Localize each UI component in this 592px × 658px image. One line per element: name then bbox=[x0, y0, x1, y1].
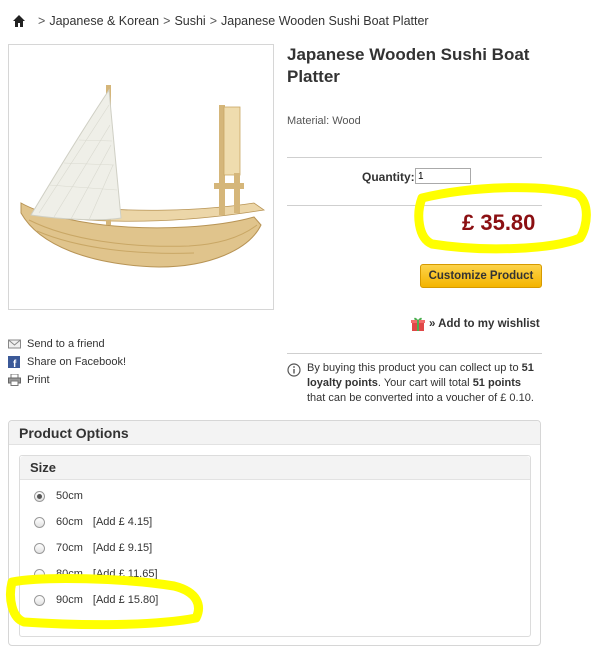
size-group-title: Size bbox=[20, 456, 530, 480]
loyalty-total-points: 51 points bbox=[472, 377, 521, 389]
breadcrumb-separator: > bbox=[163, 14, 171, 28]
facebook-icon: f bbox=[8, 356, 20, 368]
size-option-70cm[interactable]: 70cm [Add £ 9.15] bbox=[34, 540, 152, 556]
size-option-surcharge: [Add £ 11.65] bbox=[92, 568, 158, 580]
loyalty-text: By buying this product you can collect u… bbox=[307, 361, 542, 406]
product-options-panel: Product Options Size 50cm 60cm [Add £ 4.… bbox=[8, 420, 541, 646]
size-option-50cm[interactable]: 50cm bbox=[34, 488, 83, 504]
size-option-surcharge: [Add £ 15.80] bbox=[92, 594, 159, 606]
size-option-group: Size 50cm 60cm [Add £ 4.15] 70cm [Add £ … bbox=[19, 455, 531, 637]
breadcrumb-link-japanese-korean[interactable]: Japanese & Korean bbox=[49, 14, 159, 28]
send-to-friend-link[interactable]: Send to a friend bbox=[8, 335, 126, 353]
product-options-title: Product Options bbox=[9, 421, 540, 445]
loyalty-text-part: that can be converted into a voucher of … bbox=[307, 392, 534, 404]
radio-button[interactable] bbox=[34, 516, 45, 528]
size-option-surcharge: [Add £ 4.15] bbox=[92, 516, 153, 528]
divider bbox=[287, 205, 542, 206]
radio-button[interactable] bbox=[34, 490, 45, 502]
breadcrumb-separator: > bbox=[209, 14, 218, 28]
breadcrumb-link-sushi[interactable]: Sushi bbox=[174, 14, 205, 28]
size-option-surcharge: [Add £ 9.15] bbox=[92, 542, 153, 554]
sushi-boat-image bbox=[20, 85, 266, 268]
wishlist-label: » Add to my wishlist bbox=[429, 318, 540, 330]
size-option-label: 60cm bbox=[56, 516, 83, 528]
breadcrumb-separator: > bbox=[38, 14, 46, 28]
add-to-wishlist-link[interactable]: » Add to my wishlist bbox=[410, 316, 540, 332]
print-label: Print bbox=[27, 374, 50, 386]
size-option-label: 50cm bbox=[56, 490, 83, 502]
size-option-label: 70cm bbox=[56, 542, 83, 554]
product-material: Material: Wood bbox=[287, 115, 361, 127]
send-to-friend-label: Send to a friend bbox=[27, 338, 105, 350]
envelope-icon bbox=[8, 339, 21, 349]
quantity-input[interactable] bbox=[415, 168, 471, 184]
product-price: £ 35.80 bbox=[462, 210, 536, 235]
size-option-90cm[interactable]: 90cm [Add £ 15.80] bbox=[34, 592, 158, 608]
loyalty-info: By buying this product you can collect u… bbox=[287, 361, 542, 406]
product-image[interactable] bbox=[8, 44, 274, 310]
radio-button[interactable] bbox=[34, 542, 45, 554]
size-option-label: 80cm bbox=[56, 568, 83, 580]
size-option-label: 90cm bbox=[56, 594, 83, 606]
gift-icon bbox=[411, 317, 425, 331]
loyalty-text-part: . Your cart will total bbox=[377, 377, 473, 389]
breadcrumb-current: Japanese Wooden Sushi Boat Platter bbox=[221, 14, 429, 28]
radio-button[interactable] bbox=[34, 568, 45, 580]
product-title: Japanese Wooden Sushi Boat Platter bbox=[287, 45, 530, 86]
divider bbox=[287, 353, 542, 354]
home-icon[interactable] bbox=[12, 14, 26, 28]
printer-icon bbox=[8, 374, 21, 386]
loyalty-text-part: By buying this product you can collect u… bbox=[307, 362, 522, 374]
print-link[interactable]: Print bbox=[8, 371, 126, 389]
radio-button[interactable] bbox=[34, 594, 45, 606]
size-option-60cm[interactable]: 60cm [Add £ 4.15] bbox=[34, 514, 152, 530]
customize-product-button[interactable]: Customize Product bbox=[420, 264, 542, 288]
quantity-label: Quantity: bbox=[362, 170, 415, 184]
breadcrumb: > Japanese & Korean > Sushi > Japanese W… bbox=[12, 12, 429, 30]
info-icon bbox=[287, 363, 301, 377]
share-facebook-label: Share on Facebook! bbox=[27, 356, 127, 368]
divider bbox=[287, 157, 542, 158]
share-facebook-link[interactable]: f Share on Facebook! bbox=[8, 353, 126, 371]
size-option-80cm[interactable]: 80cm [Add £ 11.65] bbox=[34, 566, 158, 582]
share-actions: Send to a friend f Share on Facebook! Pr… bbox=[8, 335, 126, 389]
